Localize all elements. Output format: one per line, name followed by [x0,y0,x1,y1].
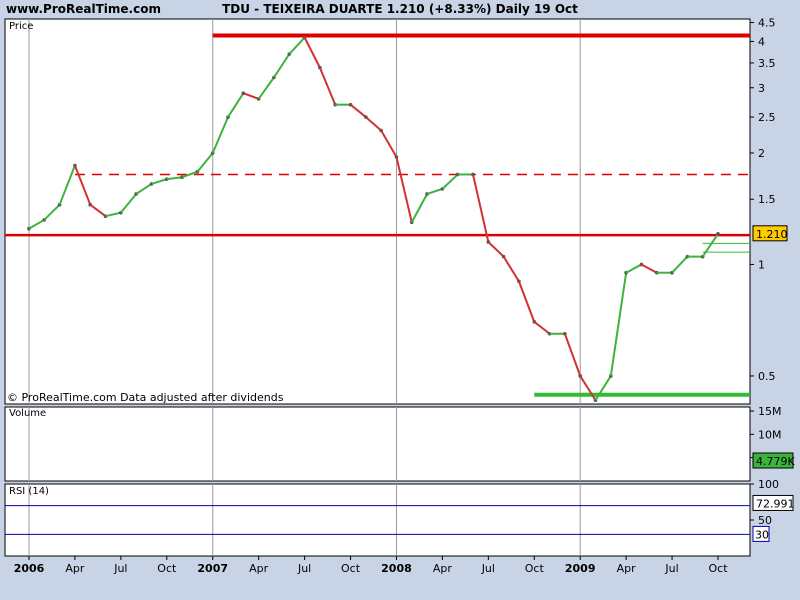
rsi-panel-label: RSI (14) [9,486,49,497]
x-axis-label: Apr [433,562,453,575]
x-axis-label: Oct [708,562,728,575]
price-panel-label: Price [9,21,33,32]
price-tick-label: 3 [758,82,765,95]
last-volume-label: 4.779K [756,455,795,468]
x-axis-label: Oct [525,562,545,575]
price-tick-label: 3.5 [758,57,776,70]
price-point [716,232,720,236]
price-tick-label: 0.5 [758,370,776,383]
x-axis-label: Apr [617,562,637,575]
volume-panel-label: Volume [9,408,46,419]
last-price-label: 1.210 [756,228,788,241]
last-rsi-label: 72.991 [756,497,795,510]
price-tick-label: 1.5 [758,193,776,206]
x-axis-label: Apr [65,562,85,575]
volume-panel [4,406,751,482]
rsi-panel [4,483,751,557]
x-axis-label: 2007 [197,562,228,575]
price-tick-label: 1 [758,258,765,271]
x-axis-label: Jul [113,562,127,575]
volume-tick-label: 10M [758,428,782,441]
x-axis-label: 2008 [381,562,412,575]
x-axis-label: Oct [341,562,361,575]
chart-svg: 4.5 4 3.5 3 2.5 2 1.5 1 0.5 Price © ProRealTime.co… [4,17,795,575]
price-tick-label: 2.5 [758,111,776,124]
x-axis-label: 2006 [14,562,45,575]
x-axis-label: Jul [481,562,495,575]
chart-root: www.ProRealTime.com TDU - TEIXEIRA DUART… [0,0,800,600]
rsi-tick-label: 50 [758,514,772,527]
x-axis-label: 2009 [565,562,596,575]
x-axis-label: Jul [664,562,678,575]
price-tick-label: 2 [758,147,765,160]
x-axis-label: Jul [297,562,311,575]
volume-tick-label: 15M [758,405,782,418]
x-axis-label: Oct [157,562,177,575]
chart-footnote: © ProRealTime.com Data adjusted after di… [7,391,284,404]
price-panel [4,18,751,405]
price-tick-label: 4 [758,35,765,48]
price-tick-label: 4.5 [758,17,776,30]
x-axis-label: Apr [249,562,269,575]
rsi-tick-label: 100 [758,478,779,491]
rsi-lower-label: 30 [755,528,769,541]
